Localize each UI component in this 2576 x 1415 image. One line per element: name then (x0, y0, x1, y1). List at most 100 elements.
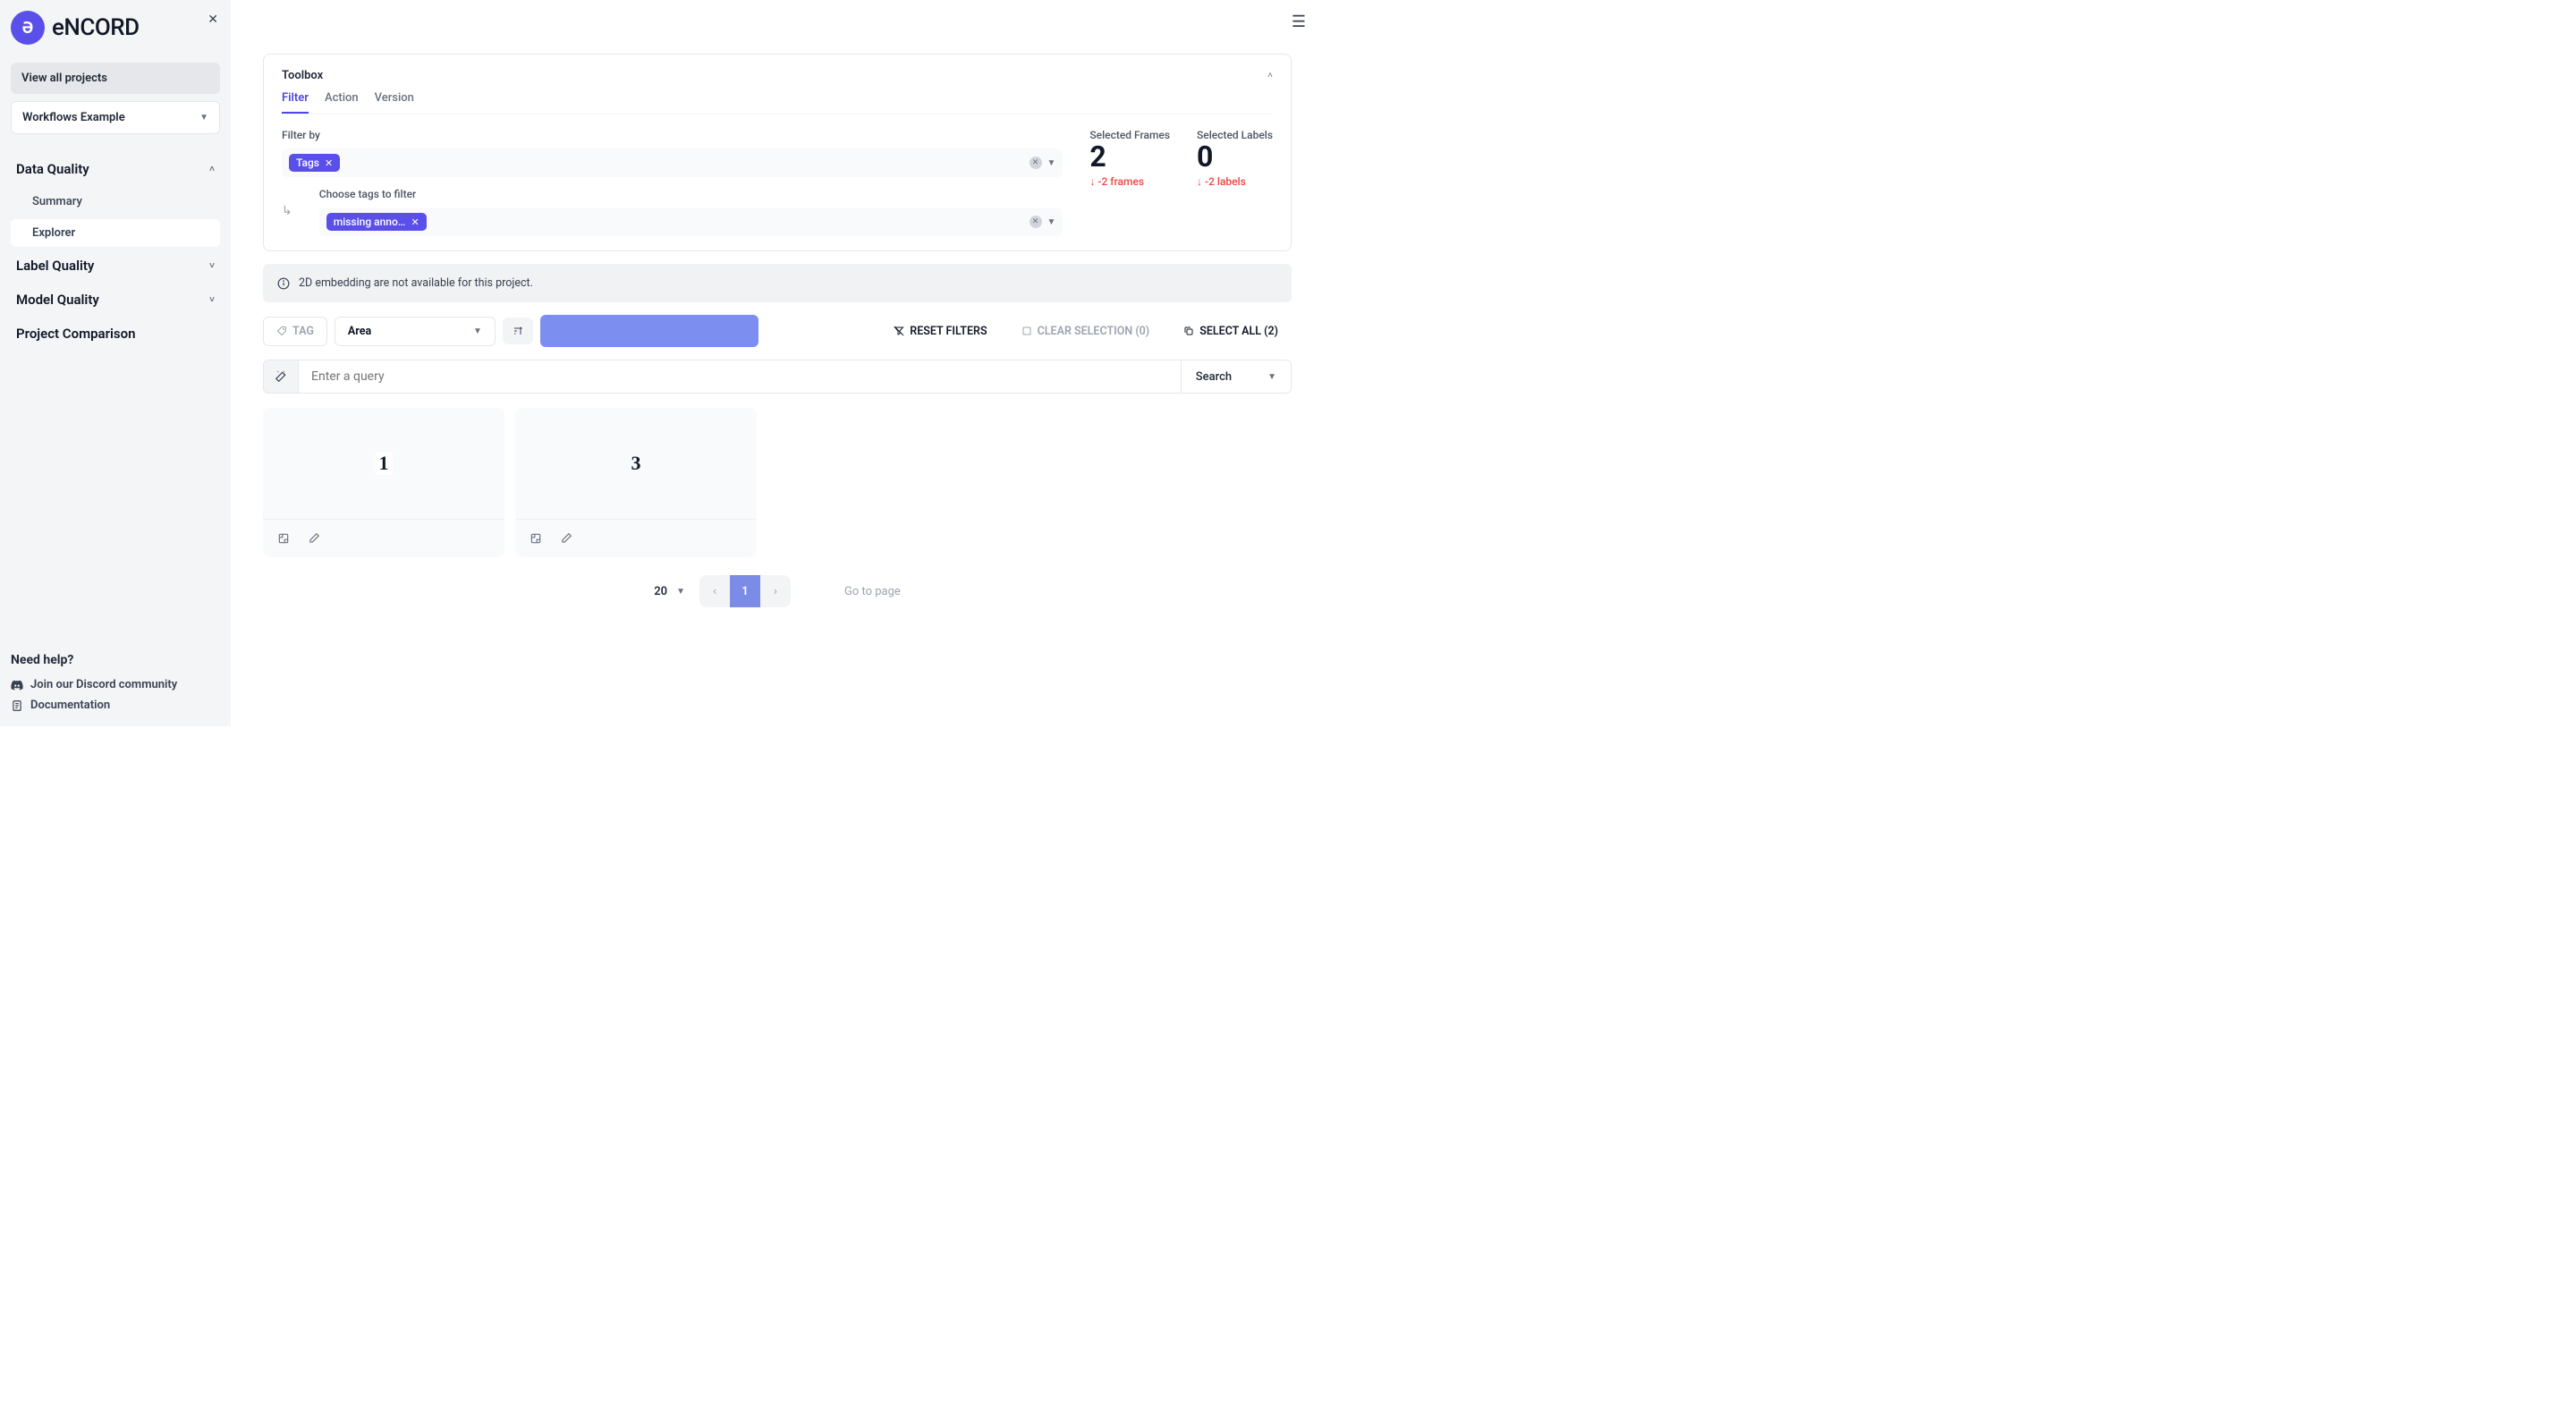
sort-button[interactable] (503, 318, 533, 344)
choose-tags-label: Choose tags to filter (319, 188, 1063, 200)
edit-icon[interactable] (308, 532, 320, 545)
distribution-bar[interactable] (540, 315, 758, 347)
docs-link[interactable]: Documentation (11, 695, 220, 716)
help-title: Need help? (11, 653, 220, 667)
selected-frames-stat: Selected Frames 2 ↓ -2 frames (1089, 129, 1170, 236)
nav-project-comparison[interactable]: Project Comparison (11, 317, 220, 351)
indent-arrow-icon: ↳ (282, 204, 292, 218)
chip-missing-annotation[interactable]: missing annotati… ✕ (326, 213, 427, 231)
prev-page-button[interactable]: ‹ (699, 575, 730, 607)
magic-wand-icon (275, 370, 287, 383)
selected-labels-stat: Selected Labels 0 ↓ -2 labels (1197, 129, 1273, 236)
reset-filters-button[interactable]: RESET FILTERS (880, 317, 1000, 346)
toolbox-panel: Toolbox ˄ Filter Action Version Filter b… (263, 54, 1292, 251)
tag-label: TAG (292, 325, 314, 338)
stat-delta: ↓ -2 frames (1089, 175, 1170, 188)
document-icon (11, 699, 23, 712)
search-mode-selector[interactable]: Search ▼ (1181, 360, 1291, 393)
sort-icon (513, 326, 523, 336)
page-size-selector[interactable]: 20 ▼ (654, 585, 685, 598)
expand-icon[interactable] (530, 532, 542, 545)
select-all-button[interactable]: SELECT ALL (2) (1170, 317, 1292, 346)
digit-image: 1 (379, 452, 389, 474)
select-all-icon (1183, 326, 1194, 336)
info-icon (277, 277, 290, 290)
tab-filter[interactable]: Filter (282, 91, 309, 114)
expand-icon[interactable] (277, 532, 290, 545)
chevron-down-icon: ▼ (199, 113, 208, 123)
next-page-button[interactable]: › (760, 575, 791, 607)
goto-page-label[interactable]: Go to page (844, 585, 901, 598)
result-card[interactable]: 3 (515, 408, 757, 557)
nav-explorer[interactable]: Explorer (11, 219, 220, 247)
stat-delta: ↓ -2 labels (1197, 175, 1273, 188)
nav-data-quality[interactable]: Data Quality ˄ (11, 152, 220, 186)
stat-value: 2 (1089, 140, 1170, 174)
chevron-up-icon: ˄ (209, 165, 215, 174)
page-size-value: 20 (654, 585, 667, 598)
tag-button[interactable]: TAG (263, 317, 327, 346)
deselect-icon (1021, 326, 1032, 336)
banner-text: 2D embedding are not available for this … (299, 276, 533, 290)
tab-version[interactable]: Version (375, 91, 414, 114)
chevron-down-icon: ˅ (209, 261, 215, 271)
chip-remove-icon[interactable]: ✕ (325, 157, 333, 169)
chevron-down-icon[interactable]: ▼ (1047, 158, 1056, 168)
nav-label: Model Quality (16, 292, 99, 308)
discord-icon (11, 679, 23, 691)
stat-value: 0 (1197, 140, 1273, 174)
info-banner: 2D embedding are not available for this … (263, 264, 1292, 302)
nav-label: Data Quality (16, 161, 89, 177)
view-all-projects-button[interactable]: View all projects (11, 63, 220, 94)
nav-summary[interactable]: Summary (11, 188, 220, 216)
reset-label: RESET FILTERS (910, 325, 987, 338)
close-sidebar-icon[interactable]: ✕ (208, 13, 218, 27)
chevron-down-icon[interactable]: ▼ (1047, 217, 1056, 227)
clear-selection-button[interactable]: CLEAR SELECTION (0) (1008, 317, 1164, 346)
page-number-button[interactable]: 1 (730, 575, 760, 607)
digit-image: 3 (631, 452, 641, 475)
tags-select[interactable]: missing annotati… ✕ ✕ ▼ (319, 208, 1063, 236)
chevron-down-icon: ▼ (676, 587, 685, 597)
clear-icon[interactable]: ✕ (1030, 157, 1042, 169)
chip-remove-icon[interactable]: ✕ (411, 216, 419, 228)
logo-mark-icon: Ə (11, 11, 45, 45)
brand-logo: Ə eNCORD (11, 11, 220, 45)
chevron-down-icon: ▼ (473, 326, 482, 336)
filter-by-label: Filter by (282, 129, 1063, 141)
chevron-down-icon: ˅ (209, 295, 215, 305)
nav-label: Label Quality (16, 258, 94, 274)
hamburger-menu-icon[interactable]: ☰ (1292, 13, 1306, 31)
metric-selector[interactable]: Area ▼ (335, 317, 496, 346)
chip-label: missing annotati… (334, 216, 406, 228)
search-mode-label: Search (1196, 370, 1232, 384)
toolbox-title: Toolbox (282, 69, 323, 82)
result-card[interactable]: 1 (263, 408, 504, 557)
filter-by-select[interactable]: Tags ✕ ✕ ▼ (282, 148, 1063, 177)
tag-icon (276, 326, 287, 336)
thumbnail: 3 (515, 408, 757, 519)
clear-label: CLEAR SELECTION (0) (1038, 325, 1150, 338)
brand-name: eNCORD (52, 14, 140, 41)
metric-label: Area (348, 325, 371, 338)
search-input[interactable] (299, 360, 1181, 393)
select-all-label: SELECT ALL (2) (1199, 325, 1278, 338)
discord-label: Join our Discord community (30, 678, 177, 691)
tab-action[interactable]: Action (325, 91, 359, 114)
thumbnail: 1 (263, 408, 504, 519)
collapse-icon[interactable]: ˄ (1267, 71, 1273, 80)
chip-tags[interactable]: Tags ✕ (289, 154, 340, 172)
chip-label: Tags (296, 157, 319, 169)
edit-icon[interactable] (560, 532, 572, 545)
docs-label: Documentation (30, 699, 110, 712)
nav-label-quality[interactable]: Label Quality ˅ (11, 249, 220, 283)
chevron-down-icon: ▼ (1267, 372, 1276, 382)
nav-model-quality[interactable]: Model Quality ˅ (11, 283, 220, 317)
filter-off-icon (894, 326, 904, 336)
project-name-label: Workflows Example (22, 111, 125, 124)
project-selector[interactable]: Workflows Example ▼ (11, 101, 220, 134)
discord-link[interactable]: Join our Discord community (11, 674, 220, 695)
nav-label: Project Comparison (16, 326, 136, 342)
magic-search-button[interactable] (264, 360, 299, 393)
clear-icon[interactable]: ✕ (1030, 216, 1042, 228)
